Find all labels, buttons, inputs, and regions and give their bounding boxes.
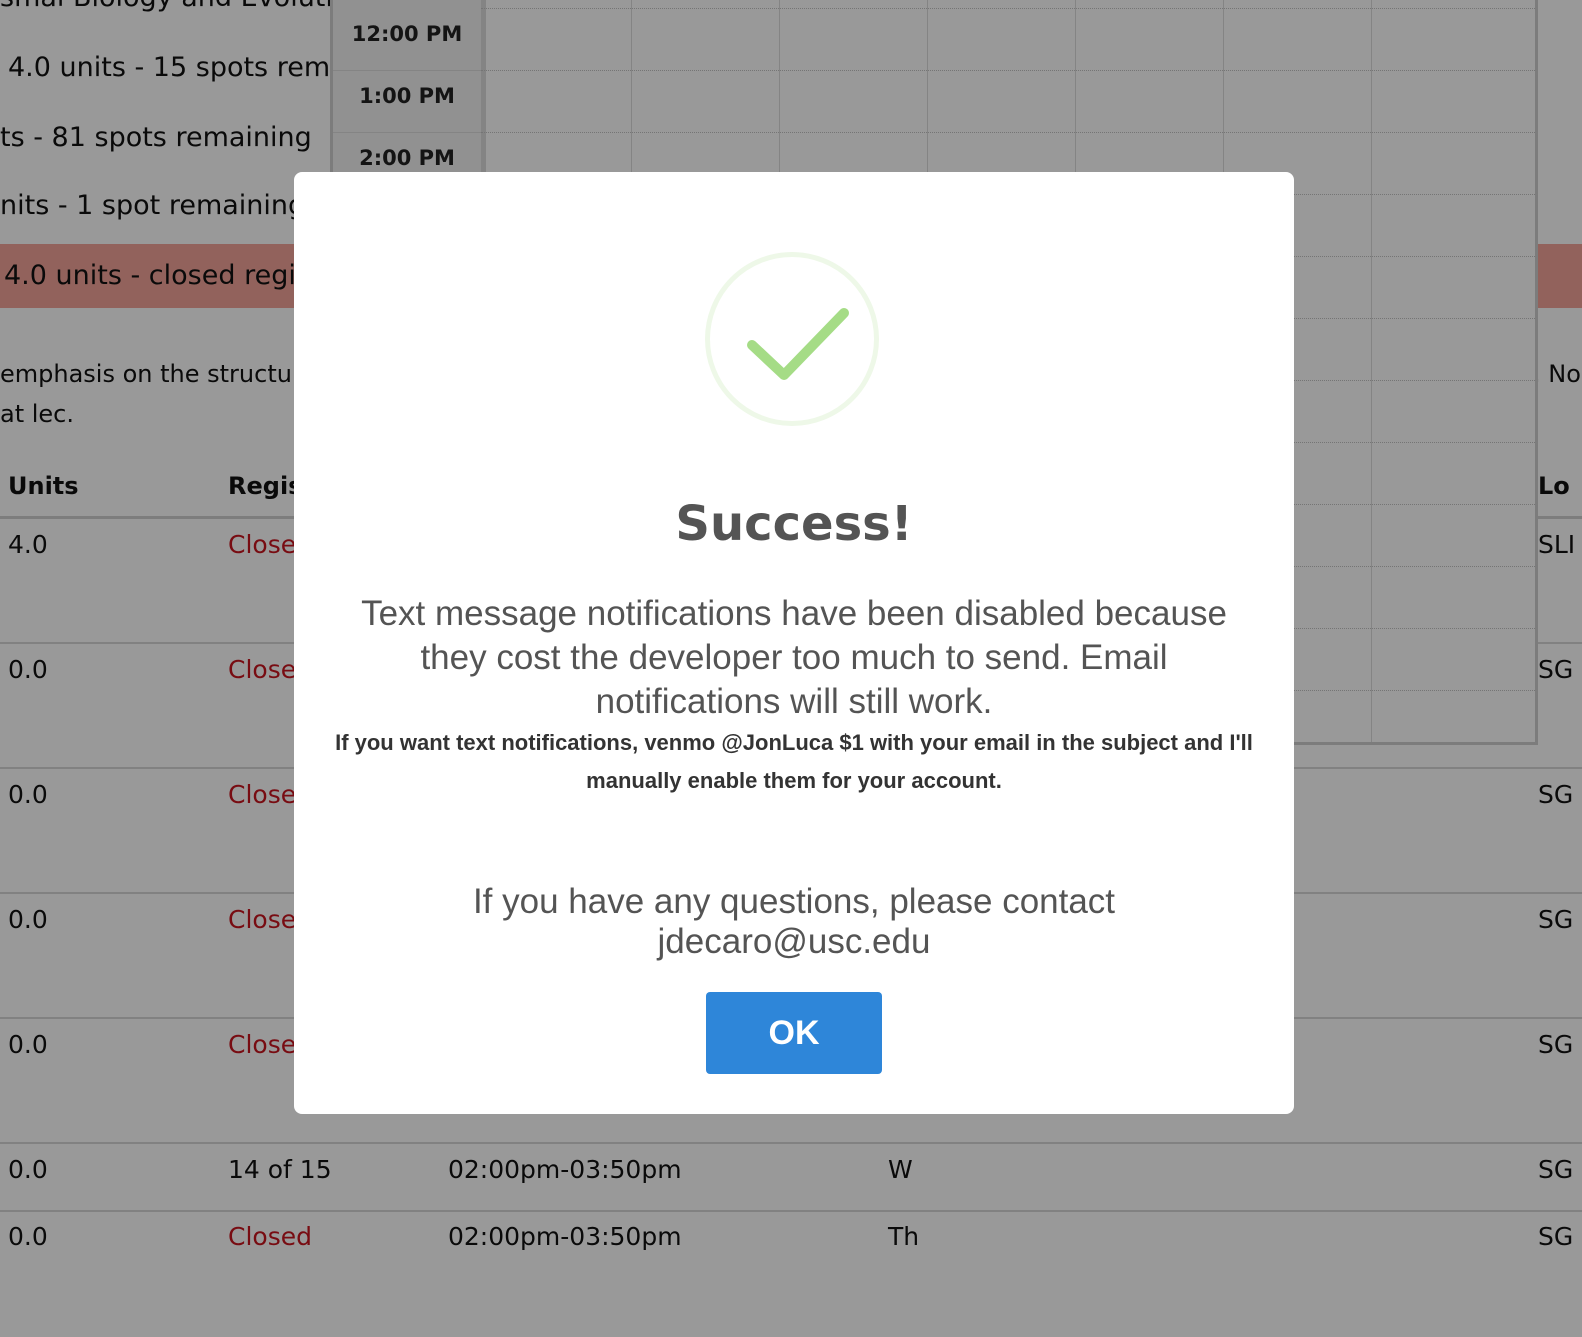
checkmark-icon bbox=[705, 252, 879, 426]
dialog-contact: If you have any questions, please contac… bbox=[472, 882, 1116, 961]
ok-button[interactable]: OK bbox=[706, 992, 882, 1074]
dialog-subtext: If you want text notifications, venmo @J… bbox=[335, 730, 1253, 793]
dialog-message: Text message notifications have been dis… bbox=[361, 594, 1227, 721]
dialog-title: Success! bbox=[675, 496, 913, 552]
success-dialog: Success! Text message notifications have… bbox=[294, 172, 1294, 1114]
